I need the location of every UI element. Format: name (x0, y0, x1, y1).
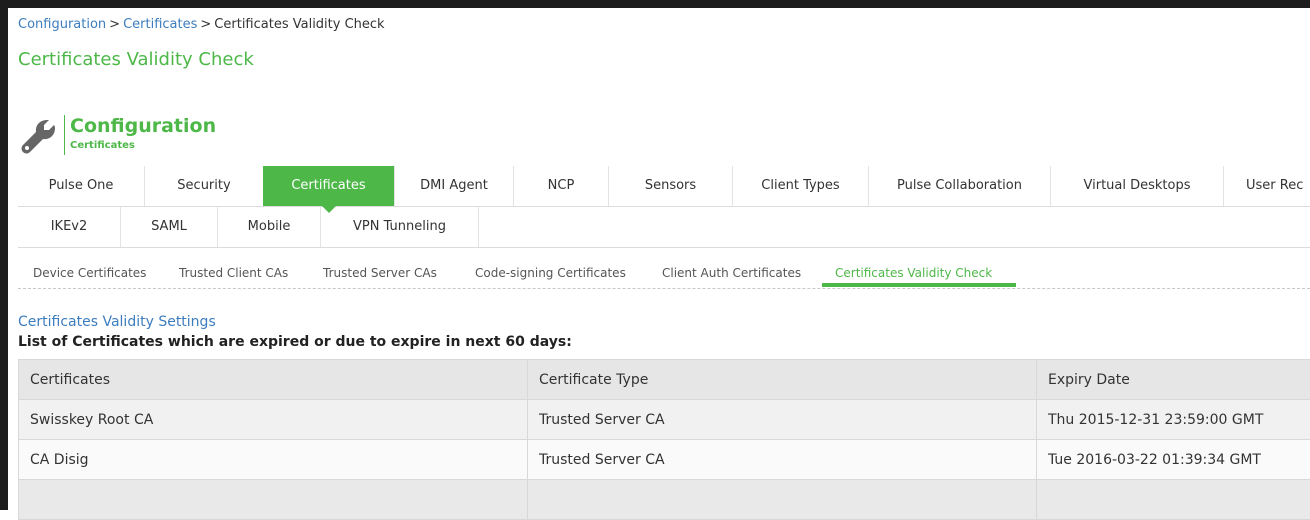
tab-saml[interactable]: SAML (121, 207, 218, 247)
tab-row-primary: Pulse One Security Certificates DMI Agen… (18, 166, 1310, 207)
sub-tabs: Device Certificates Trusted Client CAs T… (18, 258, 1310, 289)
cell-empty (1037, 480, 1310, 520)
tab-dmi-agent[interactable]: DMI Agent (395, 166, 514, 206)
cell-expiry-date: Thu 2015-12-31 23:59:00 GMT (1037, 400, 1310, 440)
section-description: List of Certificates which are expired o… (18, 334, 572, 350)
cell-empty (528, 480, 1037, 520)
table-row[interactable]: Swisskey Root CA Trusted Server CA Thu 2… (19, 400, 1310, 440)
subtab-certificates-validity-check[interactable]: Certificates Validity Check (835, 266, 992, 280)
section-header-title: Configuration (70, 115, 216, 137)
breadcrumb-link-configuration[interactable]: Configuration (18, 17, 106, 32)
cell-empty (19, 480, 528, 520)
main-tabs: Pulse One Security Certificates DMI Agen… (18, 166, 1310, 248)
subtab-device-certificates[interactable]: Device Certificates (33, 266, 146, 280)
page-title: Certificates Validity Check (18, 49, 254, 70)
tab-vpn-tunneling[interactable]: VPN Tunneling (321, 207, 479, 247)
table-row-empty (19, 480, 1310, 520)
tab-user-rec[interactable]: User Rec (1224, 166, 1310, 206)
section-header-subtitle: Certificates (70, 140, 135, 151)
column-header-certificate-type[interactable]: Certificate Type (528, 360, 1037, 400)
breadcrumb-separator: > (109, 17, 120, 32)
tab-ncp[interactable]: NCP (514, 166, 609, 206)
column-header-certificates[interactable]: Certificates (19, 360, 528, 400)
tab-virtual-desktops[interactable]: Virtual Desktops (1051, 166, 1224, 206)
active-subtab-indicator (822, 283, 1016, 287)
cell-certificate-type: Trusted Server CA (528, 440, 1037, 480)
certificates-table: Certificates Certificate Type Expiry Dat… (18, 359, 1310, 520)
breadcrumb-link-certificates[interactable]: Certificates (123, 17, 197, 32)
window-frame-top (0, 0, 1310, 8)
subtab-code-signing-certificates[interactable]: Code-signing Certificates (475, 266, 626, 280)
breadcrumb: Configuration>Certificates>Certificates … (18, 17, 385, 32)
tab-ikev2[interactable]: IKEv2 (18, 207, 121, 247)
breadcrumb-separator: > (200, 17, 211, 32)
table-header-row: Certificates Certificate Type Expiry Dat… (19, 360, 1310, 400)
subtab-trusted-server-cas[interactable]: Trusted Server CAs (323, 266, 437, 280)
tab-row-secondary: IKEv2 SAML Mobile VPN Tunneling (18, 207, 1310, 248)
tab-client-types[interactable]: Client Types (733, 166, 869, 206)
window-frame-left (0, 0, 8, 510)
subtab-trusted-client-cas[interactable]: Trusted Client CAs (179, 266, 288, 280)
wrench-icon (20, 117, 58, 155)
cell-certificate-type: Trusted Server CA (528, 400, 1037, 440)
tab-pulse-collaboration[interactable]: Pulse Collaboration (869, 166, 1051, 206)
cell-certificate-name: CA Disig (19, 440, 528, 480)
tab-mobile[interactable]: Mobile (218, 207, 321, 247)
section-title: Certificates Validity Settings (18, 314, 216, 330)
tab-certificates[interactable]: Certificates (263, 166, 395, 206)
table-row[interactable]: CA Disig Trusted Server CA Tue 2016-03-2… (19, 440, 1310, 480)
tab-sensors[interactable]: Sensors (609, 166, 733, 206)
header-divider (64, 115, 65, 155)
tab-security[interactable]: Security (145, 166, 264, 206)
cell-expiry-date: Tue 2016-03-22 01:39:34 GMT (1037, 440, 1310, 480)
subtab-client-auth-certificates[interactable]: Client Auth Certificates (662, 266, 801, 280)
breadcrumb-current: Certificates Validity Check (214, 17, 384, 32)
column-header-expiry-date[interactable]: Expiry Date (1037, 360, 1310, 400)
cell-certificate-name: Swisskey Root CA (19, 400, 528, 440)
tab-pulse-one[interactable]: Pulse One (18, 166, 145, 206)
